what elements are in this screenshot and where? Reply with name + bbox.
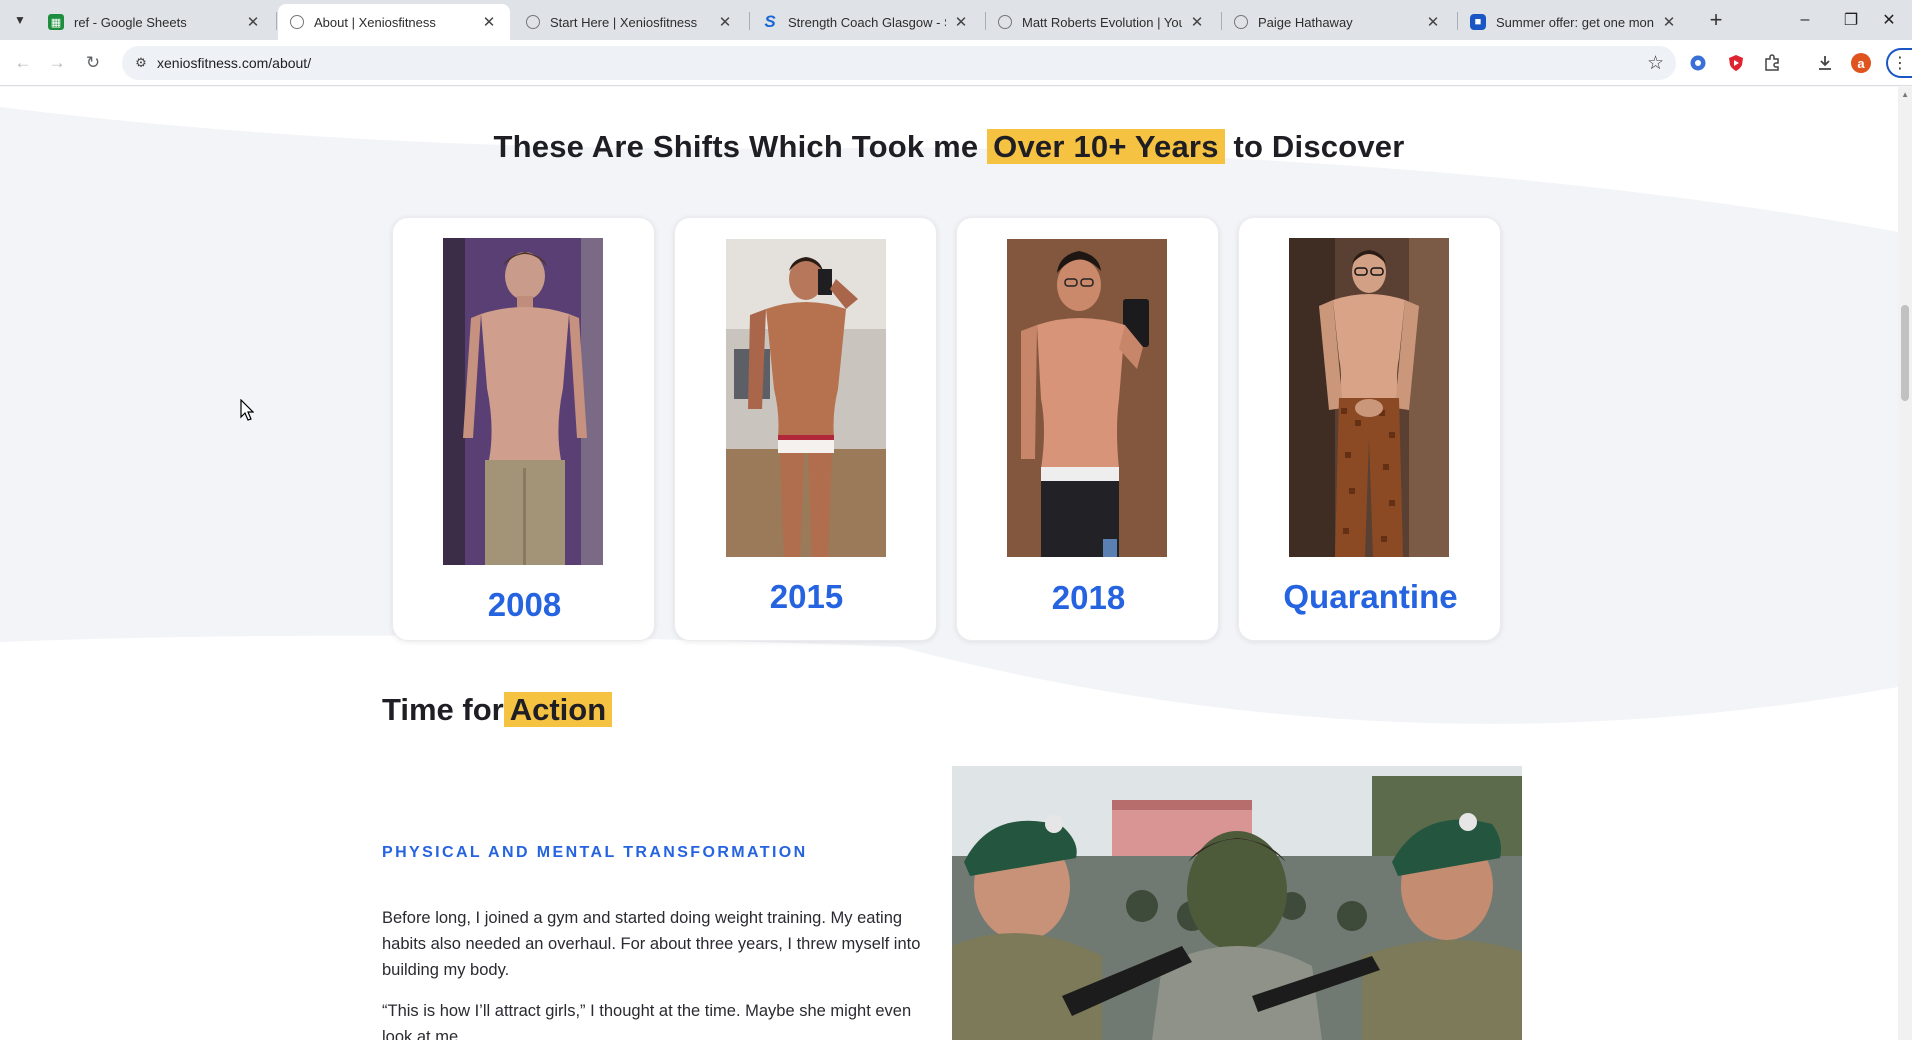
new-tab-plus-icon[interactable]: + — [1704, 7, 1728, 32]
globe-icon — [998, 15, 1012, 29]
close-tab-icon[interactable]: ✕ — [1424, 13, 1442, 31]
tab-title: Paige Hathaway — [1258, 14, 1353, 30]
action-heading: Time for Action — [382, 692, 613, 728]
extension-shield-icon[interactable] — [1726, 53, 1746, 73]
tab-strip: ▼ ▦ ref - Google Sheets ✕ About | Xenios… — [0, 0, 1912, 40]
globe-icon — [526, 15, 540, 29]
profile-avatar[interactable]: a — [1851, 53, 1871, 73]
card-year-label: 2018 — [1051, 579, 1126, 616]
bookmark-blue-icon: ■ — [1470, 14, 1486, 30]
browser-toolbar: ← → ↻ ⚙ xeniosfitness.com/about/ ☆ a ⋮ — [0, 40, 1912, 86]
close-tab-icon[interactable]: ✕ — [952, 13, 970, 31]
bookmark-star-icon[interactable]: ☆ — [1647, 52, 1664, 75]
forward-arrow-icon[interactable]: → — [42, 48, 72, 78]
close-tab-icon[interactable]: ✕ — [1188, 13, 1206, 31]
close-tab-icon[interactable]: ✕ — [480, 13, 498, 31]
shifts-heading-text-end: to Discover — [1224, 129, 1405, 164]
s-logo-icon: S — [764, 12, 776, 31]
paragraph-attract: “This is how I’ll attract girls,” I thou… — [382, 1002, 912, 1040]
tab-title: ref - Google Sheets — [74, 14, 187, 30]
action-subheading: PHYSICAL AND MENTAL TRANSFORMATION — [382, 844, 808, 861]
scroll-up-arrow-icon[interactable]: ▲ — [1901, 90, 1909, 99]
tab-matt-roberts[interactable]: Matt Roberts Evolution | Young ✕ — [986, 4, 1218, 40]
tab-search-chevron-icon[interactable]: ▼ — [8, 8, 32, 32]
globe-icon — [1234, 15, 1248, 29]
tab-about-xeniosfitness[interactable]: About | Xeniosfitness ✕ — [278, 4, 510, 40]
tab-title: Summer offer: get one month f — [1496, 14, 1654, 30]
card-year-label: 2015 — [769, 578, 844, 615]
close-tab-icon[interactable]: ✕ — [1660, 13, 1678, 31]
globe-icon — [290, 15, 304, 29]
action-heading-text: Time for — [382, 692, 504, 727]
downloads-icon[interactable] — [1815, 53, 1835, 73]
bodybuilder-selfie-photo — [726, 239, 886, 557]
close-window-icon[interactable]: ✕ — [1866, 0, 1912, 40]
extensions-puzzle-icon[interactable] — [1762, 53, 1782, 73]
paragraph-gym: Before long, I joined a gym and started … — [382, 909, 921, 979]
scrollbar-thumb[interactable] — [1901, 305, 1909, 401]
timeline-card-2015: 2015 — [674, 217, 937, 641]
tab-title: Strength Coach Glasgow - Simp — [788, 14, 946, 30]
shifts-heading: These Are Shifts Which Took me Over 10+ … — [0, 129, 1898, 165]
close-tab-icon[interactable]: ✕ — [244, 13, 262, 31]
sheets-icon: ▦ — [48, 14, 64, 30]
action-heading-highlight: Action — [503, 692, 613, 727]
standing-patterned-pants-photo — [1289, 238, 1449, 557]
url-text[interactable]: xeniosfitness.com/about/ — [157, 55, 311, 71]
card-year-label: 2008 — [487, 586, 562, 623]
soldiers-photo — [952, 766, 1522, 1040]
reload-icon[interactable]: ↻ — [78, 48, 108, 78]
mirror-selfie-photo — [1007, 239, 1167, 557]
tab-start-here[interactable]: Start Here | Xeniosfitness ✕ — [514, 4, 746, 40]
extension-globe-icon[interactable] — [1688, 53, 1708, 73]
chrome-menu-kebab-icon[interactable]: ⋮ — [1886, 48, 1912, 78]
mouse-cursor-icon — [240, 399, 254, 421]
card-year-label: Quarantine — [1283, 578, 1458, 615]
minimize-icon[interactable]: – — [1782, 0, 1828, 40]
shirtless-teen-photo — [443, 238, 603, 565]
tab-google-sheets[interactable]: ▦ ref - Google Sheets ✕ — [36, 4, 274, 40]
timeline-card-2008: 2008 — [392, 217, 655, 641]
shifts-heading-highlight: Over 10+ Years — [987, 129, 1225, 164]
tab-title: About | Xeniosfitness — [314, 14, 436, 30]
tab-title: Start Here | Xeniosfitness — [550, 14, 698, 30]
tab-paige-hathaway[interactable]: Paige Hathaway ✕ — [1222, 4, 1454, 40]
site-settings-icon[interactable]: ⚙ — [132, 54, 150, 72]
tab-title: Matt Roberts Evolution | Young — [1022, 14, 1182, 30]
back-arrow-icon[interactable]: ← — [8, 48, 38, 78]
page-scrollbar[interactable]: ▲ — [1898, 87, 1912, 1040]
timeline-card-quarantine: Quarantine — [1238, 217, 1501, 641]
timeline-card-2018: 2018 — [956, 217, 1219, 641]
tab-strength-coach-glasgow[interactable]: S Strength Coach Glasgow - Simp ✕ — [750, 4, 982, 40]
close-tab-icon[interactable]: ✕ — [716, 13, 734, 31]
tab-divider — [276, 12, 277, 30]
shifts-heading-text: These Are Shifts Which Took me — [493, 129, 988, 164]
address-bar[interactable]: ⚙ xeniosfitness.com/about/ ☆ — [122, 46, 1676, 80]
tab-summer-offer[interactable]: ■ Summer offer: get one month f ✕ — [1458, 4, 1690, 40]
page-viewport: These Are Shifts Which Took me Over 10+ … — [0, 87, 1912, 1040]
